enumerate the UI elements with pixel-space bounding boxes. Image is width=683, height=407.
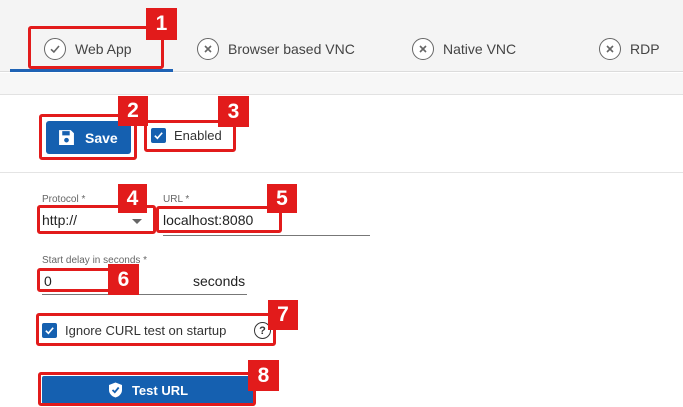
callout-box-8: [38, 372, 256, 406]
x-circle-icon: [412, 38, 434, 60]
active-tab-indicator: [10, 69, 173, 72]
url-underline: [163, 235, 370, 236]
callout-badge-3: 3: [218, 96, 249, 127]
tab-label: Browser based VNC: [228, 41, 355, 57]
tab-label: RDP: [630, 41, 660, 57]
callout-badge-6: 6: [108, 264, 139, 295]
protocol-label: Protocol *: [42, 194, 86, 205]
x-circle-icon: [197, 38, 219, 60]
callout-box-6: [37, 268, 119, 292]
callout-badge-4: 4: [118, 184, 147, 213]
toolbar-gap: [0, 73, 683, 95]
callout-badge-5: 5: [267, 184, 297, 213]
callout-badge-8: 8: [248, 360, 279, 391]
callout-badge-1: 1: [146, 8, 177, 40]
tab-rdp[interactable]: RDP: [599, 30, 660, 68]
callout-box-1: [28, 26, 164, 69]
callout-box-7: [36, 313, 276, 346]
tab-native-vnc[interactable]: Native VNC: [412, 30, 516, 68]
callout-box-5: [156, 206, 282, 233]
x-circle-icon: [599, 38, 621, 60]
tab-label: Native VNC: [443, 41, 517, 57]
section-divider: [0, 172, 683, 173]
tab-browser-vnc[interactable]: Browser based VNC: [197, 30, 355, 68]
delay-underline: [42, 294, 247, 295]
url-label: URL *: [163, 194, 190, 205]
callout-badge-7: 7: [268, 300, 298, 330]
delay-unit: seconds: [193, 273, 246, 289]
